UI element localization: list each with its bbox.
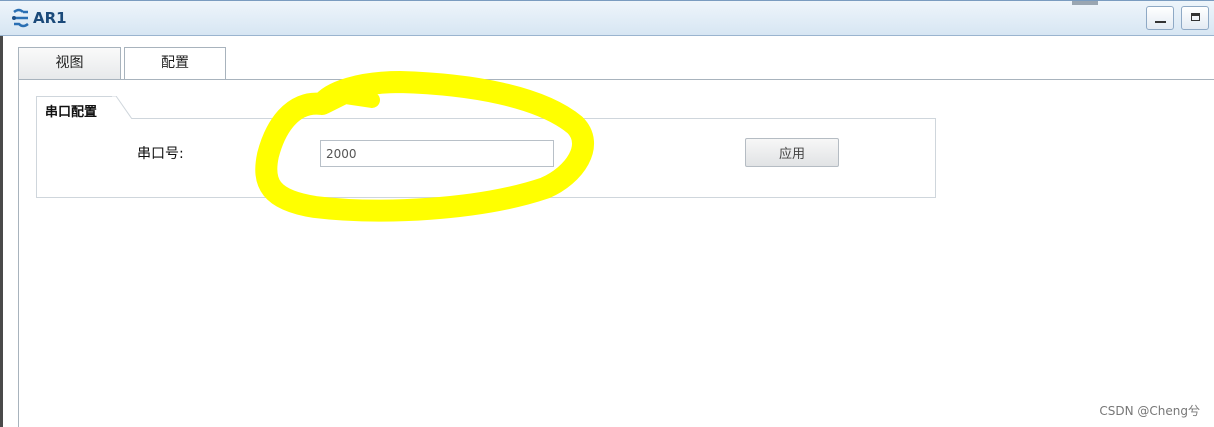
- tab-divider: [18, 79, 1214, 80]
- title-bar: AR1: [0, 0, 1214, 36]
- group-tab-slant: [112, 96, 132, 119]
- window-title: AR1: [33, 9, 67, 27]
- router-app-icon: [10, 7, 32, 29]
- watermark: CSDN @Cheng兮: [1099, 404, 1200, 418]
- minimize-button[interactable]: [1146, 6, 1174, 30]
- content-border: [18, 79, 19, 427]
- scrollbar-stub: [1072, 1, 1098, 5]
- window-frame-left: [0, 36, 9, 427]
- serial-port-label: 串口号:: [137, 146, 184, 162]
- serial-port-input[interactable]: [320, 140, 554, 167]
- tab-config[interactable]: 配置: [124, 47, 226, 80]
- maximize-button[interactable]: [1181, 6, 1209, 30]
- apply-button[interactable]: 应用: [745, 138, 839, 167]
- tab-view[interactable]: 视图: [18, 47, 121, 79]
- serial-config-title: 串口配置: [45, 105, 98, 120]
